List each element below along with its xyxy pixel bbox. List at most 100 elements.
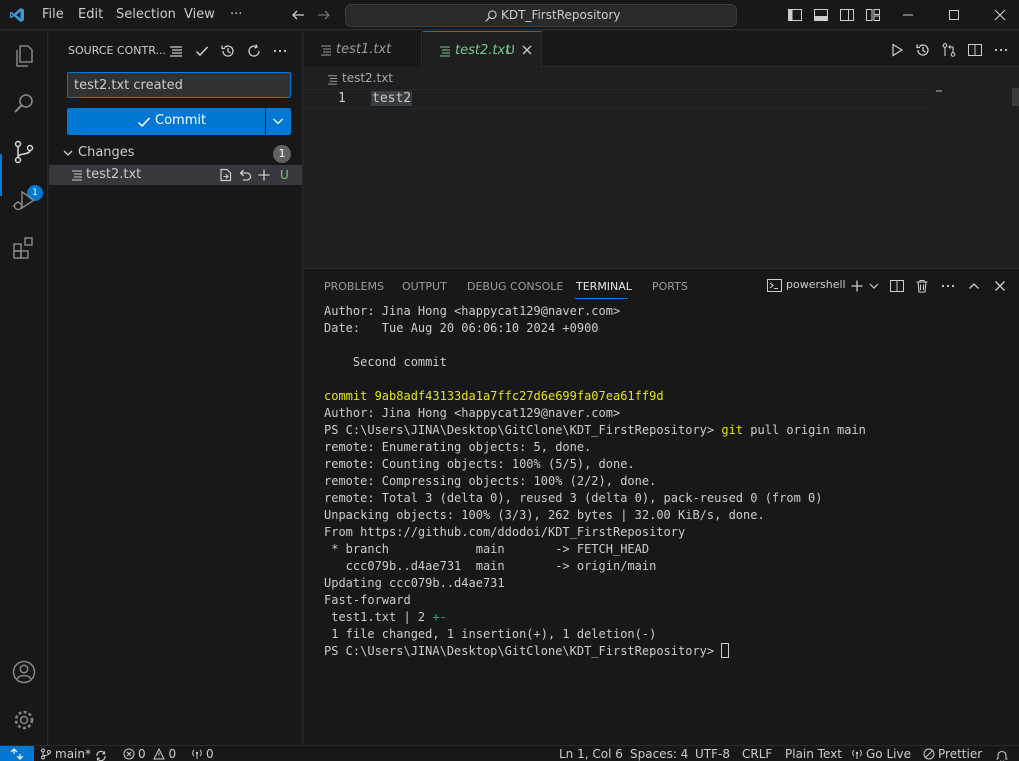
editor-more-actions-icon[interactable] <box>993 42 1009 58</box>
toggle-panel-icon[interactable] <box>813 7 829 23</box>
open-file-icon[interactable] <box>218 167 234 183</box>
source-control-icon[interactable] <box>11 139 37 165</box>
menu-view[interactable]: View <box>184 7 215 22</box>
changed-file-row[interactable]: test2.txt U <box>49 165 302 185</box>
tab-ports[interactable]: PORTS <box>652 280 688 293</box>
new-terminal-plus-icon[interactable] <box>849 278 865 294</box>
close-window-icon[interactable] <box>992 7 1008 23</box>
maximize-panel-chevron-up-icon[interactable] <box>966 278 982 294</box>
terminal-command: git <box>721 423 744 437</box>
commit-check-icon[interactable] <box>194 43 210 59</box>
ports-status[interactable]: 0 <box>191 746 214 761</box>
terminal-line: ccc079b..d4ae731 main -> origin/main <box>324 558 1014 575</box>
problems-status[interactable]: 0 0 <box>123 746 176 761</box>
terminal-line-text: Author: Jina Hong <happycat129@naver.com… <box>324 304 621 318</box>
accounts-icon[interactable] <box>11 659 37 685</box>
commit-button[interactable]: Commit <box>67 108 265 135</box>
stage-changes-plus-icon[interactable] <box>256 167 272 183</box>
timeline-history-icon[interactable] <box>915 42 931 58</box>
terminal-line-text: remote: Compressing objects: 100% (2/2),… <box>324 474 657 488</box>
view-as-tree-icon[interactable] <box>168 43 184 59</box>
bottom-panel: PROBLEMS OUTPUT DEBUG CONSOLE TERMINAL P… <box>304 268 1019 745</box>
tab-status: U <box>506 43 515 57</box>
menu-file[interactable]: File <box>42 7 64 22</box>
commit-message-input[interactable] <box>67 72 291 98</box>
menu-more[interactable]: ··· <box>230 7 242 22</box>
tab-test2-txt[interactable]: test2.txt U <box>423 31 542 68</box>
sync-icon[interactable] <box>94 748 108 761</box>
forward-arrow-icon[interactable] <box>316 7 332 23</box>
toggle-primary-sidebar-icon[interactable] <box>787 7 803 23</box>
open-changes-icon[interactable] <box>941 42 957 58</box>
menu-selection[interactable]: Selection <box>116 7 176 22</box>
run-file-icon[interactable] <box>889 42 905 58</box>
branch-status[interactable]: main* <box>40 746 91 761</box>
tab-terminal[interactable]: TERMINAL <box>576 280 632 293</box>
terminal-line: PS C:\Users\JINA\Desktop\GitClone\KDT_Fi… <box>324 422 1014 439</box>
untracked-status: U <box>280 168 289 182</box>
error-icon <box>123 748 135 760</box>
split-editor-icon[interactable] <box>967 42 983 58</box>
history-icon[interactable] <box>220 43 236 59</box>
terminal-output[interactable]: Author: Jina Hong <happycat129@naver.com… <box>324 303 1014 660</box>
tab-label: test2.txt <box>455 43 511 58</box>
terminal-line: Fast-forward <box>324 592 1014 609</box>
toggle-secondary-sidebar-icon[interactable] <box>839 7 855 23</box>
commit-options-dropdown[interactable] <box>266 108 291 135</box>
back-arrow-icon[interactable] <box>290 7 306 23</box>
changes-group-header[interactable]: Changes 1 <box>49 143 302 165</box>
tab-debug-console[interactable]: DEBUG CONSOLE <box>467 280 563 293</box>
command-center[interactable]: KDT_FirstRepository <box>345 4 737 27</box>
terminal-shell-selector[interactable]: powershell <box>767 277 846 295</box>
language-mode[interactable]: Plain Text <box>785 746 842 761</box>
cursor-position[interactable]: Ln 1, Col 6 <box>559 746 623 761</box>
tab-test1-txt[interactable]: test1.txt <box>304 31 422 67</box>
go-live-label: Go Live <box>866 747 911 761</box>
chevron-down-icon <box>63 150 73 156</box>
run-debug-icon[interactable] <box>11 187 37 213</box>
terminal-line-text: PS C:\Users\JINA\Desktop\GitClone\KDT_Fi… <box>324 644 722 658</box>
terminal-line: commit 9ab8adf43133da1a7ffc27d6e699fa07e… <box>324 388 1014 405</box>
text-file-icon <box>72 170 82 181</box>
manage-gear-icon[interactable] <box>11 707 37 733</box>
changes-label: Changes <box>78 145 135 160</box>
editor-line-text[interactable]: test2 <box>371 91 413 106</box>
terminal-line-text: Fast-forward <box>324 593 411 607</box>
terminal-line-text: Updating ccc079b..d4ae731 <box>324 576 505 590</box>
maximize-icon[interactable] <box>946 7 962 23</box>
tab-problems[interactable]: PROBLEMS <box>324 280 384 293</box>
terminal-line-text: Second commit <box>324 355 447 369</box>
extensions-icon[interactable] <box>11 235 37 261</box>
encoding[interactable]: UTF-8 <box>695 746 730 761</box>
customize-layout-icon[interactable] <box>865 7 881 23</box>
kill-terminal-trash-icon[interactable] <box>914 278 930 294</box>
more-actions-icon[interactable] <box>272 43 288 59</box>
refresh-icon[interactable] <box>246 43 262 59</box>
split-terminal-icon[interactable] <box>889 278 905 294</box>
end-of-line[interactable]: CRLF <box>742 746 772 761</box>
editor-scrollbar[interactable] <box>1012 88 1019 106</box>
terminal-line-text: remote: Enumerating objects: 5, done. <box>324 440 592 454</box>
search-activity-icon[interactable] <box>11 91 37 117</box>
indentation[interactable]: Spaces: 4 <box>630 746 688 761</box>
terminal-line-text: remote: Total 3 (delta 0), reused 3 (del… <box>324 491 823 505</box>
remote-indicator[interactable] <box>0 746 34 761</box>
tab-output[interactable]: OUTPUT <box>402 280 447 293</box>
close-panel-icon[interactable] <box>992 278 1008 294</box>
discard-changes-icon[interactable] <box>237 167 253 183</box>
minimap[interactable] <box>936 90 942 92</box>
chevron-down-icon[interactable] <box>866 278 882 294</box>
prettier-label: Prettier <box>938 747 983 761</box>
menu-edit[interactable]: Edit <box>78 7 103 22</box>
prettier-status[interactable]: Prettier <box>923 746 982 761</box>
terminal-line: Author: Jina Hong <happycat129@naver.com… <box>324 405 1014 422</box>
go-live-button[interactable]: Go Live <box>851 746 911 761</box>
close-tab-icon[interactable] <box>521 44 533 56</box>
branch-icon <box>41 748 51 760</box>
warning-count: 0 <box>168 747 177 761</box>
explorer-files-icon[interactable] <box>11 43 37 69</box>
panel-more-actions-icon[interactable] <box>940 278 956 294</box>
minimize-icon[interactable] <box>900 7 916 23</box>
notifications-bell-icon[interactable] <box>995 748 1009 761</box>
